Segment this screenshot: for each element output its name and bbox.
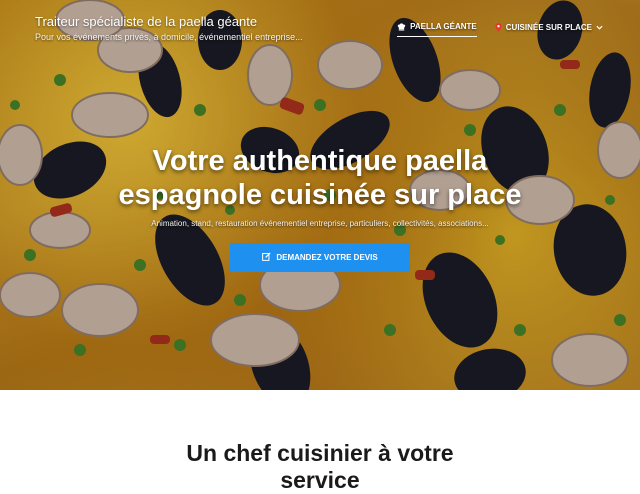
section-title: Un chef cuisinier à votre service (0, 440, 640, 494)
edit-icon (262, 252, 271, 263)
site-tagline: Pour vos événements privés, à domicile, … (35, 32, 303, 42)
section-title-line2: service (280, 467, 360, 493)
chef-hat-icon (397, 22, 406, 31)
nav-item-label: CUISINÉE SUR PLACE (505, 22, 592, 32)
nav-item-label: PAELLA GÉANTE (410, 22, 477, 31)
site-brand[interactable]: Traiteur spécialiste de la paella géante (35, 14, 257, 30)
hero-headline-line2: espagnole cuisinée sur place (118, 179, 522, 211)
section-title-line1: Un chef cuisinier à votre (186, 440, 454, 466)
location-pin-icon (495, 22, 502, 32)
hero-headline-line1: Votre authentique paella (152, 145, 488, 177)
main-nav: PAELLA GÉANTE CUISINÉE SUR PLACE (397, 22, 603, 37)
nav-item-cuisinee-sur-place[interactable]: CUISINÉE SUR PLACE (495, 23, 603, 37)
nav-item-paella-geante[interactable]: PAELLA GÉANTE (397, 22, 477, 37)
request-quote-label: DEMANDEZ VOTRE DEVIS (276, 253, 378, 262)
hero-headline: Votre authentique paella espagnole cuisi… (0, 144, 640, 212)
hero-subtitle: Animation, stand, restauration événement… (151, 219, 489, 228)
chevron-down-icon (596, 25, 603, 30)
hero-section: Traiteur spécialiste de la paella géante… (0, 0, 640, 390)
request-quote-button[interactable]: DEMANDEZ VOTRE DEVIS (230, 243, 410, 272)
